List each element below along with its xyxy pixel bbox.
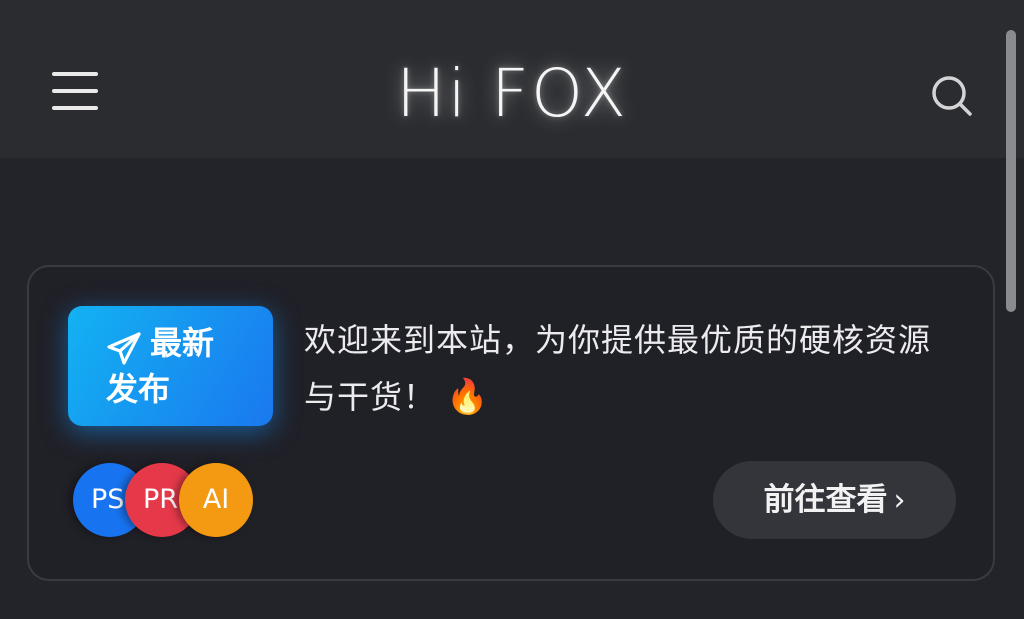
hamburger-menu-icon-line bbox=[52, 89, 98, 93]
view-now-label: 前往查看 bbox=[763, 482, 888, 518]
search-button[interactable] bbox=[930, 74, 974, 118]
paper-plane-icon bbox=[107, 332, 141, 365]
menu-button[interactable] bbox=[52, 72, 100, 112]
badge-label-line2: 发布 bbox=[106, 370, 171, 408]
hamburger-menu-icon bbox=[52, 72, 98, 76]
page-scrollbar[interactable] bbox=[1006, 30, 1016, 312]
hamburger-menu-icon-line bbox=[52, 106, 98, 110]
view-now-button[interactable]: 前往查看 › bbox=[713, 461, 956, 539]
welcome-message: 欢迎来到本站，为你提供最优质的硬核资源与干货！ 🔥 bbox=[304, 312, 944, 426]
site-logo[interactable]: Hi FOX bbox=[312, 54, 712, 134]
search-icon bbox=[932, 76, 972, 116]
top-header: Hi FOX bbox=[0, 0, 1024, 158]
welcome-text: 欢迎来到本站，为你提供最优质的硬核资源与干货！ bbox=[304, 321, 932, 416]
fire-emoji-icon: 🔥 bbox=[446, 377, 490, 417]
latest-release-badge[interactable]: 最新 发布 bbox=[68, 306, 273, 426]
chevron-right-icon: › bbox=[893, 483, 906, 518]
avatar-ai: AI bbox=[179, 463, 253, 537]
